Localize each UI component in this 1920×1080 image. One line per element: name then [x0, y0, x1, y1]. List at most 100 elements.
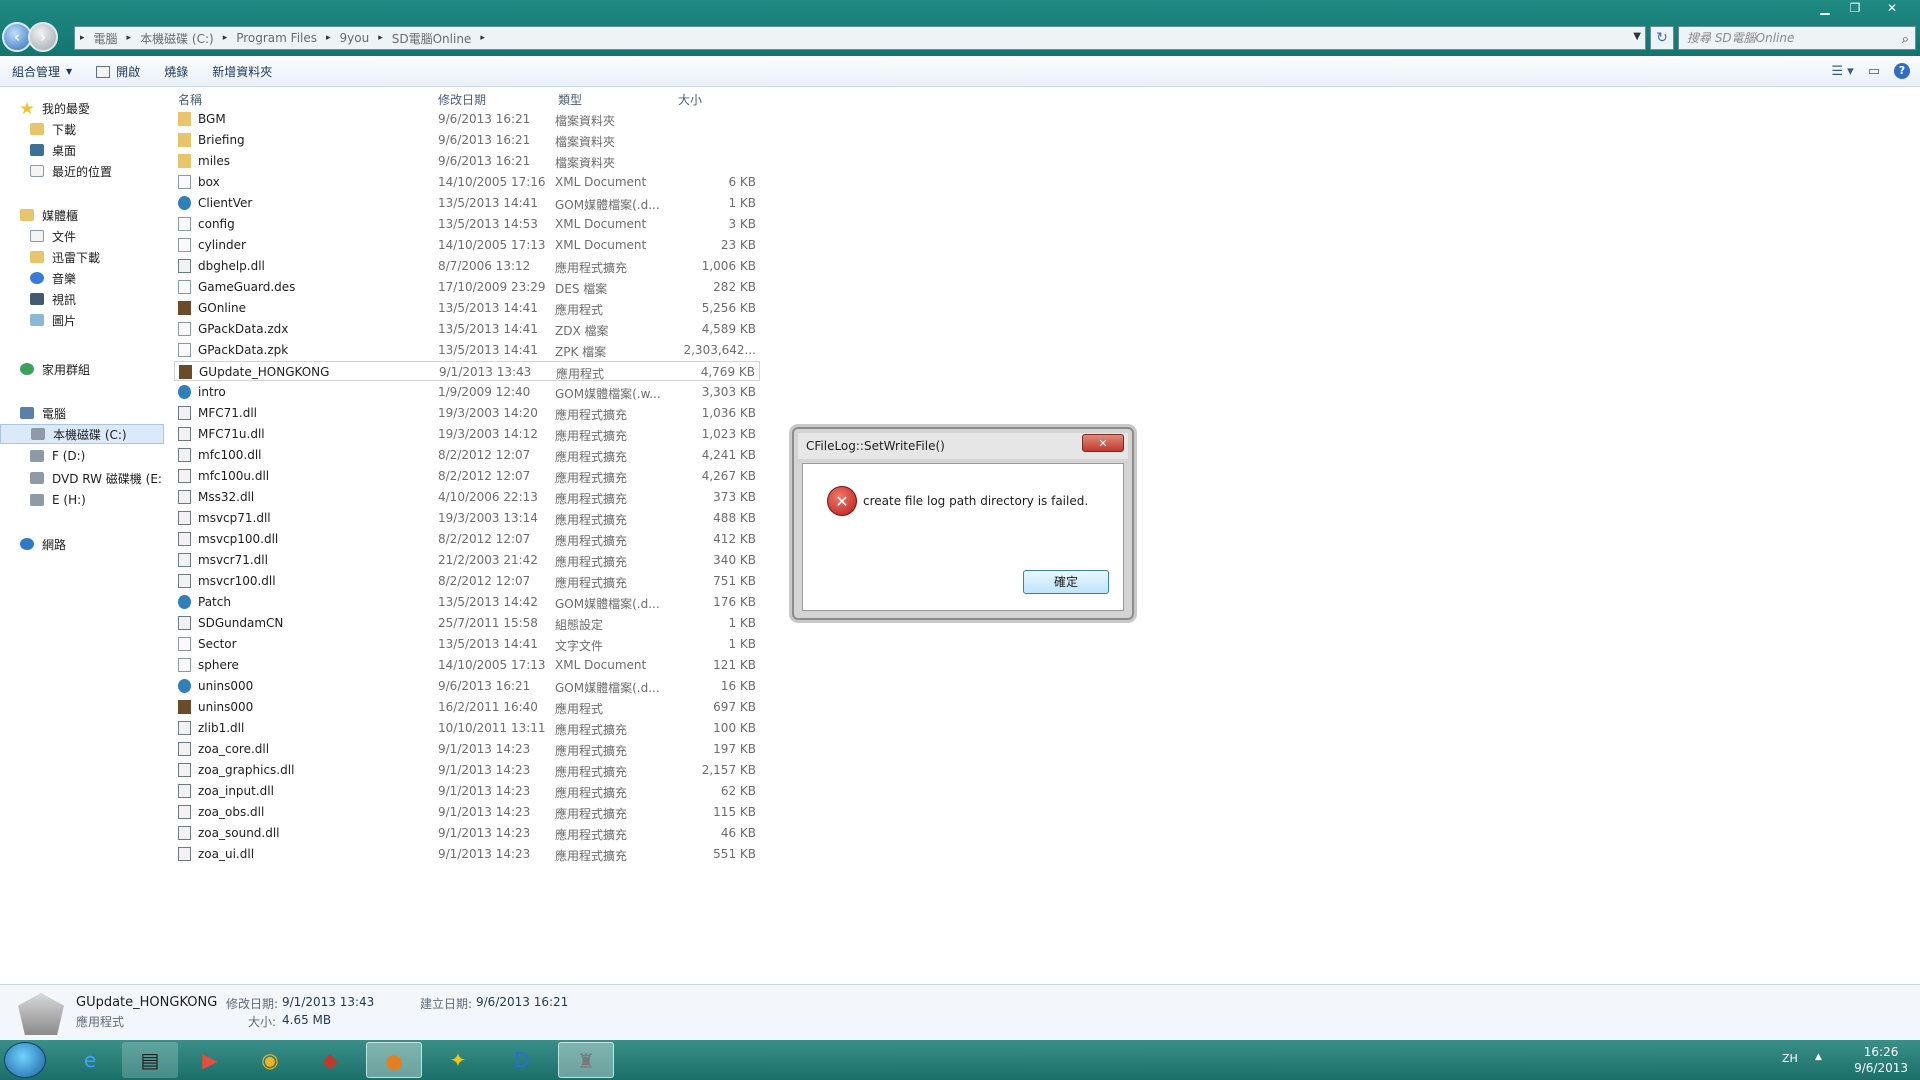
file-row[interactable]: GOnline 13/5/2013 14:41 應用程式 5,256 KB — [174, 298, 760, 318]
sidebar-item-dvd[interactable]: DVD RW 磁碟機 (E: — [0, 468, 164, 488]
sidebar-item-label: 視訊 — [52, 292, 77, 307]
chevron-down-icon[interactable]: ▼ — [1633, 31, 1641, 42]
burn-button[interactable]: 燒錄 — [152, 63, 200, 80]
sidebar-item-music[interactable]: 音樂 — [0, 268, 164, 288]
breadcrumb-drive-c[interactable]: 本機磁碟 (C:) — [136, 30, 218, 47]
file-row[interactable]: unins000 9/6/2013 16:21 GOM媒體檔案(.d... 16 KB — [174, 676, 760, 696]
sidebar-item-recent[interactable]: 最近的位置 — [0, 161, 164, 181]
breadcrumb-separator-icon[interactable]: ▸ — [475, 33, 490, 43]
sidebar-item-desktop[interactable]: 桌面 — [0, 140, 164, 160]
sidebar-item-drive-c[interactable]: 本機磁碟 (C:) — [0, 424, 164, 444]
breadcrumb-separator-icon[interactable]: ▸ — [321, 33, 336, 43]
media-player-icon[interactable]: ▶ — [182, 1042, 238, 1078]
file-explorer-icon[interactable]: ▤ — [122, 1042, 178, 1078]
show-hidden-icons-icon[interactable]: ▲ — [1815, 1052, 1822, 1062]
search-icon[interactable]: ⌕ — [1902, 29, 1909, 51]
breadcrumb-program-files[interactable]: Program Files — [232, 31, 321, 45]
minimize-button[interactable]: ▁ — [1810, 0, 1840, 18]
chrome-icon[interactable]: ◉ — [242, 1042, 298, 1078]
file-row[interactable]: GPackData.zdx 13/5/2013 14:41 ZDX 檔案 4,589 … — [174, 319, 760, 339]
forward-arrow-icon[interactable]: › — [28, 22, 58, 52]
column-header-size[interactable]: 大小 — [678, 91, 702, 108]
file-row[interactable]: Briefing 9/6/2013 16:21 檔案資料夾 — [174, 130, 760, 150]
address-bar[interactable]: ▸ 電腦 ▸ 本機磁碟 (C:) ▸ Program Files ▸ 9you … — [74, 26, 1646, 50]
sidebar-item-network[interactable]: 網路 — [0, 534, 164, 554]
file-row[interactable]: msvcr100.dll 8/2/2012 12:07 應用程式擴充 751 KB — [174, 571, 760, 591]
breadcrumb-separator-icon[interactable]: ▸ — [218, 33, 233, 43]
file-row[interactable]: msvcr71.dll 21/2/2003 21:42 應用程式擴充 340 KB — [174, 550, 760, 570]
tools-app-icon[interactable]: ✦ — [430, 1042, 486, 1078]
column-header-name[interactable]: 名稱 — [178, 91, 202, 108]
file-row[interactable]: zoa_core.dll 9/1/2013 14:23 應用程式擴充 197 KB — [174, 739, 760, 759]
sidebar-item-drive-e[interactable]: E (H:) — [0, 490, 164, 510]
language-indicator[interactable]: ZH — [1782, 1052, 1798, 1065]
file-row[interactable]: zoa_input.dll 9/1/2013 14:23 應用程式擴充 62 KB — [174, 781, 760, 801]
sidebar-item-computer[interactable]: 電腦 — [0, 403, 164, 423]
sidebar-item-homegroup[interactable]: 家用群組 — [0, 359, 164, 379]
system-clock[interactable]: 16:26 9/6/2013 — [1854, 1044, 1908, 1076]
view-options-icon[interactable]: ☰ ▾ — [1831, 64, 1853, 79]
sidebar-item-videos[interactable]: 視訊 — [0, 289, 164, 309]
file-type: XML Document — [555, 175, 647, 189]
file-row[interactable]: dbghelp.dll 8/7/2006 13:12 應用程式擴充 1,006 KB — [174, 256, 760, 276]
column-header-type[interactable]: 類型 — [558, 91, 582, 108]
sidebar-item-xunlei[interactable]: 迅雷下載 — [0, 247, 164, 267]
file-row[interactable]: zoa_sound.dll 9/1/2013 14:23 應用程式擴充 46 KB — [174, 823, 760, 843]
game-launcher-icon[interactable]: ◆ — [302, 1042, 358, 1078]
file-row[interactable]: unins000 16/2/2011 16:40 應用程式 697 KB — [174, 697, 760, 717]
ok-button[interactable]: 確定 — [1023, 570, 1109, 594]
sidebar-item-favorites[interactable]: 我的最愛 — [0, 98, 164, 118]
file-row[interactable]: GPackData.zpk 13/5/2013 14:41 ZPK 檔案 2,303,… — [174, 340, 760, 360]
file-row[interactable]: BGM 9/6/2013 16:21 檔案資料夾 — [174, 109, 760, 129]
sidebar-item-pictures[interactable]: 圖片 — [0, 310, 164, 330]
file-row[interactable]: GameGuard.des 17/10/2009 23:29 DES 檔案 282 K… — [174, 277, 760, 297]
file-row[interactable]: GUpdate_HONGKONG 9/1/2013 13:43 應用程式 4,769 … — [174, 361, 760, 381]
file-row[interactable]: Mss32.dll 4/10/2006 22:13 應用程式擴充 373 KB — [174, 487, 760, 507]
file-row[interactable]: zoa_graphics.dll 9/1/2013 14:23 應用程式擴充 2,15… — [174, 760, 760, 780]
d-app-icon[interactable]: D — [494, 1042, 550, 1078]
refresh-icon[interactable]: ↻ — [1650, 26, 1674, 50]
file-row[interactable]: mfc100.dll 8/2/2012 12:07 應用程式擴充 4,241 KB — [174, 445, 760, 465]
breadcrumb-separator-icon[interactable]: ▸ — [122, 33, 137, 43]
open-button[interactable]: 開啟 — [84, 63, 152, 80]
start-button[interactable] — [4, 1042, 46, 1078]
file-row[interactable]: zlib1.dll 10/10/2011 13:11 應用程式擴充 100 KB — [174, 718, 760, 738]
firefox-icon[interactable]: ● — [366, 1042, 422, 1078]
breadcrumb-9you[interactable]: 9you — [336, 31, 374, 45]
close-window-button[interactable]: ✕ — [1870, 0, 1914, 18]
file-row[interactable]: intro 1/9/2009 12:40 GOM媒體檔案(.w... 3,303 KB — [174, 382, 760, 402]
preview-pane-icon[interactable]: ▭ — [1868, 64, 1880, 79]
new-folder-button[interactable]: 新增資料夾 — [200, 63, 284, 80]
file-row[interactable]: msvcp71.dll 19/3/2003 13:14 應用程式擴充 488 KB — [174, 508, 760, 528]
internet-explorer-icon[interactable]: e — [62, 1042, 118, 1078]
gundam-taskbar-icon[interactable]: ♜ — [558, 1042, 614, 1078]
file-row[interactable]: Sector 13/5/2013 14:41 文字文件 1 KB — [174, 634, 760, 654]
file-row[interactable]: mfc100u.dll 8/2/2012 12:07 應用程式擴充 4,267 KB — [174, 466, 760, 486]
file-row[interactable]: box 14/10/2005 17:16 XML Document 6 KB — [174, 172, 760, 192]
sidebar-item-documents[interactable]: 文件 — [0, 226, 164, 246]
help-icon[interactable]: ? — [1894, 63, 1910, 79]
file-row[interactable]: Patch 13/5/2013 14:42 GOM媒體檔案(.d... 176 KB — [174, 592, 760, 612]
file-row[interactable]: sphere 14/10/2005 17:13 XML Document 121 KB — [174, 655, 760, 675]
maximize-button[interactable]: ❐ — [1840, 0, 1870, 18]
file-row[interactable]: zoa_ui.dll 9/1/2013 14:23 應用程式擴充 551 KB — [174, 844, 760, 864]
file-row[interactable]: MFC71.dll 19/3/2003 14:20 應用程式擴充 1,036 KB — [174, 403, 760, 423]
sidebar-item-downloads[interactable]: 下載 — [0, 119, 164, 139]
column-header-date[interactable]: 修改日期 — [438, 91, 486, 108]
dialog-close-button[interactable]: ✕ — [1082, 434, 1124, 452]
breadcrumb-separator-icon[interactable]: ▸ — [373, 33, 388, 43]
file-row[interactable]: config 13/5/2013 14:53 XML Document 3 KB — [174, 214, 760, 234]
sidebar-item-libraries[interactable]: 媒體櫃 — [0, 205, 164, 225]
sidebar-item-drive-f[interactable]: F (D:) — [0, 446, 164, 466]
file-row[interactable]: SDGundamCN 25/7/2011 15:58 組態設定 1 KB — [174, 613, 760, 633]
organize-menu[interactable]: 組合管理 ▼ — [0, 63, 84, 80]
file-row[interactable]: cylinder 14/10/2005 17:13 XML Document 23 K… — [174, 235, 760, 255]
breadcrumb-computer[interactable]: 電腦 — [90, 30, 122, 47]
file-row[interactable]: miles 9/6/2013 16:21 檔案資料夾 — [174, 151, 760, 171]
search-input[interactable]: 搜尋 SD電腦Online ⌕ — [1678, 26, 1916, 50]
breadcrumb-sd-online[interactable]: SD電腦Online — [388, 30, 476, 47]
file-row[interactable]: MFC71u.dll 19/3/2003 14:12 應用程式擴充 1,023 KB — [174, 424, 760, 444]
file-row[interactable]: ClientVer 13/5/2013 14:41 GOM媒體檔案(.d... 1 K… — [174, 193, 760, 213]
file-row[interactable]: zoa_obs.dll 9/1/2013 14:23 應用程式擴充 115 KB — [174, 802, 760, 822]
file-row[interactable]: msvcp100.dll 8/2/2012 12:07 應用程式擴充 412 KB — [174, 529, 760, 549]
